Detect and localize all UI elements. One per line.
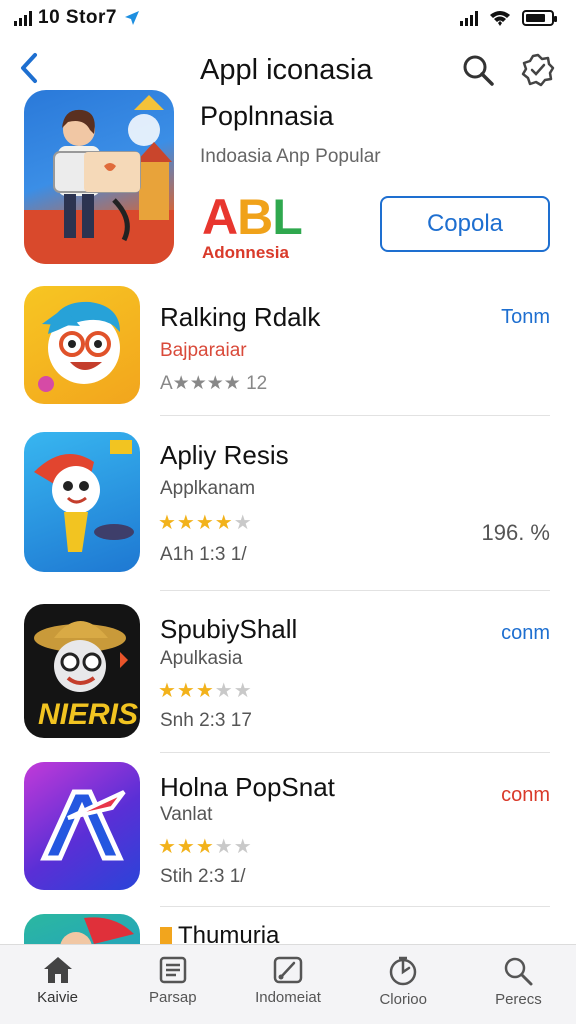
tab-documents[interactable]: Parsap: [115, 945, 230, 1024]
app-icon: [24, 762, 140, 890]
app-rating: A★★★★ 12: [160, 373, 268, 394]
app-meta: Stih 2:3 1/: [160, 866, 246, 887]
list-item[interactable]: Holna PopSnat Vanlat ★★★★★ Stih 2:3 1/ c…: [0, 762, 576, 908]
search-icon: [463, 55, 494, 86]
page-title: Appl iconasia: [200, 54, 373, 86]
divider: [160, 590, 550, 591]
chevron-left-icon: [21, 53, 37, 83]
status-time: 10 Stor7: [38, 7, 117, 28]
status-left: 10 Stor7: [14, 7, 141, 29]
app-category: Apulkasia: [160, 648, 243, 669]
rating-stars: ★★★★★: [158, 836, 253, 858]
status-right: [460, 9, 557, 27]
tab-indonesia[interactable]: Indomeiat: [230, 945, 345, 1024]
home-icon: [43, 957, 72, 983]
app-name: Ralking Rdalk: [160, 302, 321, 332]
status-bar: 10 Stor7: [0, 0, 576, 36]
divider: [160, 752, 550, 753]
cta-button[interactable]: Copola: [380, 196, 550, 252]
gauge-icon: [273, 956, 303, 984]
brand-logo: ABL: [202, 189, 303, 245]
app-category: Vanlat: [160, 804, 213, 825]
tab-bar: Kaivie Parsap Indomeiat Clorioo Perecs: [0, 944, 576, 1024]
search-icon: [505, 957, 533, 986]
document-icon: [159, 956, 187, 984]
battery-icon: [522, 10, 557, 26]
page-title-line-2: Poplnnasia: [200, 101, 334, 131]
tab-home[interactable]: Kaivie: [0, 945, 115, 1024]
divider: [160, 906, 550, 907]
rating-stars: ★★★★★: [158, 680, 253, 702]
app-action-button[interactable]: 196. %: [482, 520, 551, 546]
globe-icon: [389, 956, 417, 986]
featured-app-icon[interactable]: [24, 90, 174, 264]
brand-logo-subtitle: Adonnesia: [202, 243, 289, 262]
app-icon: [24, 432, 140, 572]
list-item[interactable]: Ralking Rdalk Bajparaiar A★★★★ 12 Tonm: [0, 286, 576, 416]
list-item[interactable]: NIERIS SpubiyShall Apulkasia ★★★★★ Snh 2…: [0, 604, 576, 754]
app-category: Applkanam: [160, 478, 256, 499]
app-meta: Snh 2:3 17: [160, 710, 252, 731]
badge-icon: [521, 53, 555, 87]
location-arrow-icon: [124, 11, 139, 25]
tab-explore[interactable]: Clorioo: [346, 945, 461, 1024]
app-icon: [24, 286, 140, 404]
svg-text:NIERIS: NIERIS: [38, 698, 138, 731]
search-button[interactable]: [460, 52, 496, 88]
app-name: Thumuria: [160, 922, 279, 944]
list-item[interactable]: Apliy Resis Applkanam ★★★★★ A1h 1:3 1/ 1…: [0, 432, 576, 592]
app-name: Apliy Resis: [160, 440, 289, 470]
app-category: Bajparaiar: [160, 340, 247, 361]
tab-search[interactable]: Perecs: [461, 945, 576, 1024]
wifi-icon: [490, 11, 510, 26]
verified-badge-button[interactable]: [520, 52, 556, 88]
page-subtitle: Indoasia Anp Popular: [200, 146, 381, 167]
app-action-button[interactable]: conm: [501, 784, 550, 807]
app-meta: A1h 1:3 1/: [160, 544, 247, 565]
app-icon: [24, 914, 140, 944]
app-icon: NIERIS: [24, 604, 140, 738]
app-action-button[interactable]: conm: [501, 622, 550, 645]
rating-stars: ★★★★★: [158, 512, 253, 534]
back-button[interactable]: [14, 48, 44, 88]
cellular-icon: [460, 10, 478, 26]
app-name: SpubiyShall: [160, 614, 298, 644]
signal-icon: [14, 10, 32, 26]
divider: [160, 415, 550, 416]
app-action-button[interactable]: Tonm: [501, 306, 550, 329]
app-name: Holna PopSnat: [160, 772, 335, 802]
app-badge-icon: [160, 927, 172, 944]
list-item[interactable]: Thumuria: [0, 914, 576, 944]
featured-illustration: [24, 95, 174, 264]
